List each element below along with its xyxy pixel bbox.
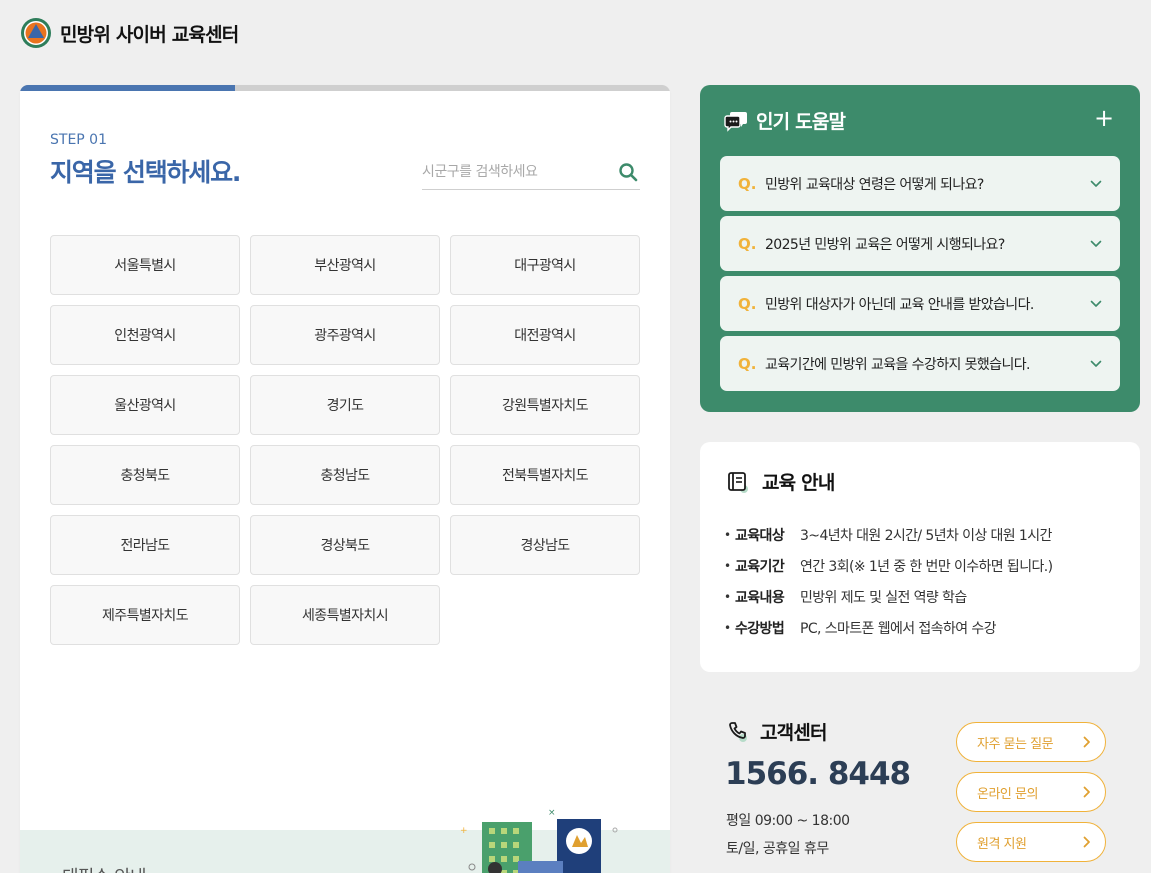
education-guide-value: 3~4년차 대원 2시간/ 5년차 이상 대원 1시간 bbox=[800, 527, 1052, 544]
faq-question: 교육기간에 민방위 교육을 수강하지 못했습니다. bbox=[765, 356, 1030, 373]
online-inquiry-button[interactable]: 온라인 문의 bbox=[956, 772, 1106, 812]
faq-q-marker: Q. bbox=[738, 294, 757, 313]
faq-q-marker: Q. bbox=[738, 174, 757, 193]
city-illustration: × + bbox=[460, 808, 618, 873]
chevron-right-icon bbox=[1083, 836, 1090, 848]
education-guide-value: 연간 3회(※ 1년 중 한 번만 이수하면 됩니다.) bbox=[800, 558, 1053, 575]
customer-center-button-label: 자주 묻는 질문 bbox=[977, 736, 1054, 752]
education-guide-header: 교육 안내 bbox=[726, 468, 835, 495]
weekend-hours: 토/일, 공휴일 휴무 bbox=[726, 841, 829, 857]
svg-text:+: + bbox=[460, 826, 468, 836]
region-button[interactable]: 경상북도 bbox=[250, 515, 440, 575]
education-guide-list: • 교육대상 3~4년차 대원 2시간/ 5년차 이상 대원 1시간 • 교육기간 연간 … bbox=[724, 519, 1053, 643]
bullet: • bbox=[724, 527, 731, 542]
bullet: • bbox=[724, 589, 731, 604]
education-guide-key: 교육기간 bbox=[735, 558, 785, 575]
chevron-down-icon[interactable] bbox=[1090, 360, 1102, 368]
customer-center-button-label: 온라인 문의 bbox=[977, 786, 1038, 802]
region-button[interactable]: 대전광역시 bbox=[450, 305, 640, 365]
popular-help-header: 인기 도움말 bbox=[724, 107, 846, 134]
book-icon bbox=[728, 471, 748, 493]
chat-bubble-icon bbox=[724, 111, 747, 132]
customer-center-phone[interactable]: 1566. 8448 bbox=[725, 756, 911, 792]
faq-item[interactable]: Q. 민방위 교육대상 연령은 어떻게 되나요? bbox=[720, 156, 1120, 211]
faq-item[interactable]: Q. 교육기간에 민방위 교육을 수강하지 못했습니다. bbox=[720, 336, 1120, 391]
step-progress-track bbox=[20, 85, 670, 91]
app-header: 민방위 사이버 교육센터 bbox=[20, 17, 239, 49]
region-button[interactable]: 충청남도 bbox=[250, 445, 440, 505]
region-button[interactable]: 경상남도 bbox=[450, 515, 640, 575]
app-title[interactable]: 민방위 사이버 교육센터 bbox=[60, 20, 239, 47]
customer-center-panel: 고객센터 1566. 8448 평일 09:00 ~ 18:00 토/일, 공휴… bbox=[700, 700, 1140, 873]
region-button[interactable]: 충청북도 bbox=[50, 445, 240, 505]
region-button[interactable]: 강원특별자치도 bbox=[450, 375, 640, 435]
svg-text:×: × bbox=[548, 808, 556, 818]
education-guide-item: • 교육대상 3~4년차 대원 2시간/ 5년차 이상 대원 1시간 bbox=[724, 519, 1052, 550]
civil-defense-logo-icon[interactable] bbox=[20, 17, 52, 49]
popular-help-panel: 인기 도움말 + Q. 민방위 교육대상 연령은 어떻게 되나요? Q. 2025년 … bbox=[700, 85, 1140, 412]
faq-item[interactable]: Q. 민방위 대상자가 아닌데 교육 안내를 받았습니다. bbox=[720, 276, 1120, 331]
notice-band-text: 태필수 안내 bbox=[62, 863, 147, 873]
region-button[interactable]: 울산광역시 bbox=[50, 375, 240, 435]
chevron-right-icon bbox=[1083, 786, 1090, 798]
education-guide-item: • 교육기간 연간 3회(※ 1년 중 한 번만 이수하면 됩니다.) bbox=[724, 550, 1053, 581]
faq-question: 민방위 대상자가 아닌데 교육 안내를 받았습니다. bbox=[765, 296, 1034, 313]
chevron-down-icon[interactable] bbox=[1090, 180, 1102, 188]
region-button[interactable]: 제주특별자치도 bbox=[50, 585, 240, 645]
faq-button[interactable]: 자주 묻는 질문 bbox=[956, 722, 1106, 762]
step-progress-fill bbox=[20, 85, 235, 91]
faq-question: 민방위 교육대상 연령은 어떻게 되나요? bbox=[765, 176, 984, 193]
education-guide-item: • 교육내용 민방위 제도 및 실전 역량 학습 bbox=[724, 581, 1052, 612]
phone-icon bbox=[729, 721, 747, 742]
faq-list: Q. 민방위 교육대상 연령은 어떻게 되나요? Q. 2025년 민방위 교육은 어… bbox=[720, 156, 1120, 396]
chevron-down-icon[interactable] bbox=[1090, 240, 1102, 248]
bullet: • bbox=[724, 620, 731, 635]
expand-help-button[interactable]: + bbox=[1094, 106, 1114, 130]
region-search-box bbox=[422, 155, 640, 190]
region-button[interactable]: 전라남도 bbox=[50, 515, 240, 575]
education-guide-key: 교육내용 bbox=[735, 589, 785, 606]
faq-q-marker: Q. bbox=[738, 354, 757, 373]
education-guide-value: 민방위 제도 및 실전 역량 학습 bbox=[800, 589, 967, 606]
customer-center-hours: 평일 09:00 ~ 18:00 토/일, 공휴일 휴무 bbox=[726, 807, 850, 863]
faq-q-marker: Q. bbox=[738, 234, 757, 253]
region-button[interactable]: 인천광역시 bbox=[50, 305, 240, 365]
region-select-panel: STEP 01 지역을 선택하세요. 서울특별시부산광역시대구광역시인천광역시광… bbox=[20, 85, 670, 873]
region-button[interactable]: 부산광역시 bbox=[250, 235, 440, 295]
customer-center-header: 고객센터 bbox=[726, 718, 828, 745]
region-button[interactable]: 세종특별자치시 bbox=[250, 585, 440, 645]
education-guide-panel: 교육 안내 • 교육대상 3~4년차 대원 2시간/ 5년차 이상 대원 1시간 • 교… bbox=[700, 442, 1140, 672]
weekday-hours: 평일 09:00 ~ 18:00 bbox=[726, 813, 850, 829]
region-button[interactable]: 광주광역시 bbox=[250, 305, 440, 365]
education-guide-key: 교육대상 bbox=[735, 527, 785, 544]
region-grid: 서울특별시 부산광역시 대구광역시인천광역시 광주광역시 대전광역시울산광역시 경기도 강원… bbox=[50, 235, 640, 645]
faq-item[interactable]: Q. 2025년 민방위 교육은 어떻게 시행되나요? bbox=[720, 216, 1120, 271]
region-button[interactable]: 전북특별자치도 bbox=[450, 445, 640, 505]
remote-support-button[interactable]: 원격 지원 bbox=[956, 822, 1106, 862]
search-icon[interactable] bbox=[618, 162, 638, 182]
region-button[interactable]: 서울특별시 bbox=[50, 235, 240, 295]
chevron-down-icon[interactable] bbox=[1090, 300, 1102, 308]
customer-center-button-label: 원격 지원 bbox=[977, 836, 1027, 852]
customer-center-buttons: 자주 묻는 질문온라인 문의원격 지원 bbox=[956, 722, 1106, 872]
region-search-input[interactable] bbox=[422, 164, 602, 180]
customer-center-title: 고객센터 bbox=[760, 722, 828, 744]
education-guide-value: PC, 스마트폰 웹에서 접속하여 수강 bbox=[800, 620, 997, 637]
faq-question: 2025년 민방위 교육은 어떻게 시행되나요? bbox=[765, 236, 1005, 253]
bullet: • bbox=[724, 558, 731, 573]
popular-help-title: 인기 도움말 bbox=[756, 111, 846, 133]
education-guide-item: • 수강방법 PC, 스마트폰 웹에서 접속하여 수강 bbox=[724, 612, 1052, 643]
chevron-right-icon bbox=[1083, 736, 1090, 748]
step-label: STEP 01 bbox=[50, 132, 107, 148]
education-guide-title: 교육 안내 bbox=[762, 472, 835, 494]
region-button[interactable]: 경기도 bbox=[250, 375, 440, 435]
education-guide-key: 수강방법 bbox=[735, 620, 785, 637]
page-title: 지역을 선택하세요. bbox=[50, 158, 241, 187]
region-button[interactable]: 대구광역시 bbox=[450, 235, 640, 295]
